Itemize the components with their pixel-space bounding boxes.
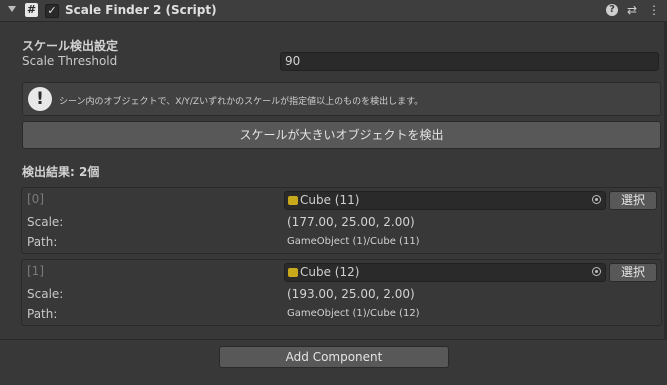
path-label: Path: xyxy=(27,307,58,321)
path-value: GameObject (1)/Cube (11) xyxy=(287,236,420,247)
enabled-checkbox[interactable]: ✓ xyxy=(45,4,59,18)
settings-section-title: スケール検出設定 xyxy=(22,39,119,53)
help-box: ! シーン内のオブジェクトで、X/Y/Zいずれかのスケールが指定値以上のものを検… xyxy=(22,82,661,116)
object-field[interactable]: Cube (11) xyxy=(284,191,606,210)
scale-threshold-label: Scale Threshold xyxy=(22,54,118,68)
inspector-footer: Add Component xyxy=(0,339,667,385)
object-picker-icon[interactable] xyxy=(592,267,601,276)
scale-threshold-field[interactable]: 90 xyxy=(280,52,659,71)
context-menu-icon[interactable]: ⋮ xyxy=(648,3,660,17)
cube-icon xyxy=(288,196,298,205)
object-picker-icon[interactable] xyxy=(592,195,601,204)
path-value: GameObject (1)/Cube (12) xyxy=(287,308,420,319)
results-title: 検出結果: 2個 xyxy=(22,165,100,179)
script-icon: # xyxy=(25,3,38,17)
scale-value: (193.00, 25.00, 2.00) xyxy=(287,287,415,301)
scale-label: Scale: xyxy=(27,215,64,229)
result-index: [1] xyxy=(27,264,44,278)
component-title: Scale Finder 2 (Script) xyxy=(65,3,217,17)
result-item: [1] Cube (12) 選択 Scale: (193.00, 25.00, … xyxy=(21,259,662,326)
select-button[interactable]: 選択 xyxy=(609,263,657,282)
help-message: シーン内のオブジェクトで、X/Y/Zいずれかのスケールが指定値以上のものを検出し… xyxy=(59,97,424,107)
add-component-button[interactable]: Add Component xyxy=(219,346,449,368)
scale-value: (177.00, 25.00, 2.00) xyxy=(287,215,415,229)
info-icon: ! xyxy=(28,87,52,111)
object-name: Cube (11) xyxy=(300,193,360,207)
foldout-arrow-icon[interactable] xyxy=(8,6,16,12)
scale-label: Scale: xyxy=(27,287,64,301)
component-header: # ✓ Scale Finder 2 (Script) ? ⇄ ⋮ xyxy=(0,0,667,22)
result-index: [0] xyxy=(27,192,44,206)
help-icon[interactable]: ? xyxy=(606,4,618,16)
result-item: [0] Cube (11) 選択 Scale: (177.00, 25.00, … xyxy=(21,187,662,254)
path-label: Path: xyxy=(27,235,58,249)
detect-large-scale-button[interactable]: スケールが大きいオブジェクトを検出 xyxy=(22,121,661,149)
select-button[interactable]: 選択 xyxy=(609,191,657,210)
presets-icon[interactable]: ⇄ xyxy=(627,3,637,17)
object-field[interactable]: Cube (12) xyxy=(284,263,606,282)
object-name: Cube (12) xyxy=(300,265,360,279)
cube-icon xyxy=(288,268,298,277)
